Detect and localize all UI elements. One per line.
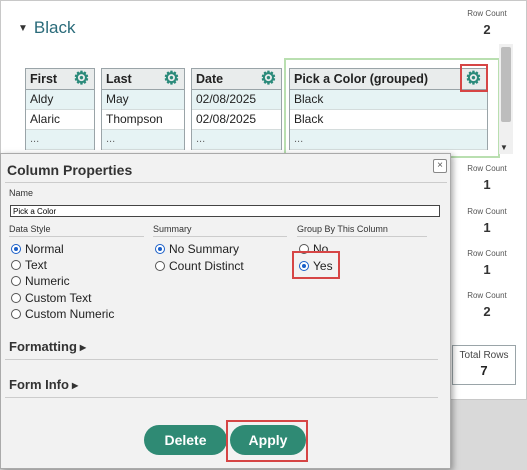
- row-count-label: Row Count: [467, 207, 507, 216]
- column-header-label: Date: [196, 72, 224, 86]
- radio-data-style-normal[interactable]: Normal: [11, 242, 64, 256]
- row-count-value: 2: [483, 22, 491, 37]
- row-count-label: Row Count: [467, 249, 507, 258]
- group-by-label: Group By This Column: [297, 224, 388, 234]
- radio-label: Text: [25, 258, 48, 272]
- total-rows-box: Total Rows 7: [452, 345, 516, 385]
- form-info-expander[interactable]: Form Info ▶: [9, 377, 78, 392]
- column-header-date[interactable]: Date ⚙: [192, 69, 281, 90]
- divider: [5, 359, 438, 360]
- column-header-pick-a-color[interactable]: Pick a Color (grouped) ⚙: [290, 69, 487, 90]
- column-header-label: First: [30, 72, 58, 86]
- column-last: Last ⚙ May Thompson ...: [101, 68, 185, 150]
- row-count-value: 1: [483, 220, 491, 235]
- radio-icon[interactable]: [155, 261, 165, 271]
- row-count-label: Row Count: [467, 9, 507, 18]
- column-header-label: Last: [106, 72, 132, 86]
- row-count-value: 1: [483, 262, 491, 277]
- row-count-value: 2: [483, 304, 491, 319]
- yes-highlight-box: [292, 251, 340, 279]
- radio-icon[interactable]: [11, 276, 21, 286]
- divider: [9, 236, 144, 237]
- row-count-label: Row Count: [467, 291, 507, 300]
- row-count-label: Row Count: [467, 164, 507, 173]
- delete-button[interactable]: Delete: [144, 425, 227, 455]
- dialog-title: Column Properties: [7, 162, 133, 178]
- scroll-down-arrow-icon[interactable]: ▼: [500, 143, 508, 152]
- column-date: Date ⚙ 02/08/2025 02/08/2025 ...: [191, 68, 282, 150]
- radio-selected-icon[interactable]: [11, 244, 21, 254]
- gear-icon[interactable]: ⚙: [73, 69, 90, 87]
- group-header[interactable]: ▼ Black: [18, 18, 75, 38]
- triangle-right-icon: ▶: [79, 343, 87, 352]
- expander-label: Formatting: [9, 339, 77, 354]
- collapse-triangle-icon[interactable]: ▼: [18, 23, 28, 34]
- divider: [297, 236, 427, 237]
- radio-label: Normal: [25, 242, 64, 256]
- group-title: Black: [33, 18, 76, 37]
- radio-icon[interactable]: [11, 293, 21, 303]
- gear-icon[interactable]: ⚙: [260, 69, 277, 87]
- radio-label: Custom Numeric: [25, 307, 115, 321]
- divider: [5, 397, 438, 398]
- radio-selected-icon[interactable]: [155, 244, 165, 254]
- table-cell: ...: [26, 130, 94, 150]
- column-header-last[interactable]: Last ⚙: [102, 69, 184, 90]
- table-cell: ...: [290, 130, 487, 150]
- radio-data-style-custom-numeric[interactable]: Custom Numeric: [11, 307, 114, 321]
- radio-data-style-custom-text[interactable]: Custom Text: [11, 291, 91, 305]
- column-pick-a-color: Pick a Color (grouped) ⚙ Black Black ...: [289, 68, 488, 150]
- close-icon[interactable]: ×: [433, 159, 447, 173]
- divider: [153, 236, 287, 237]
- radio-label: Numeric: [25, 274, 70, 288]
- expander-label: Form Info: [9, 377, 69, 392]
- scrollbar-thumb[interactable]: [501, 47, 511, 122]
- table-cell: ...: [192, 130, 281, 150]
- summary-label: Summary: [153, 224, 192, 234]
- apply-highlight-box: [226, 420, 308, 462]
- table-cell: May: [102, 90, 184, 110]
- radio-label: Custom Text: [25, 291, 92, 305]
- divider: [5, 182, 447, 183]
- triangle-right-icon: ▶: [71, 381, 79, 390]
- column-header-label: Pick a Color (grouped): [294, 72, 429, 86]
- gear-icon[interactable]: ⚙: [163, 69, 180, 87]
- radio-icon[interactable]: [11, 260, 21, 270]
- radio-data-style-numeric[interactable]: Numeric: [11, 274, 70, 288]
- formatting-expander[interactable]: Formatting ▶: [9, 339, 86, 354]
- table-cell: 02/08/2025: [192, 90, 281, 110]
- table-cell: Aldy: [26, 90, 94, 110]
- column-first: First ⚙ Aldy Alaric ...: [25, 68, 95, 150]
- table-cell: Black: [290, 110, 487, 130]
- radio-summary-none[interactable]: No Summary: [155, 242, 239, 256]
- data-style-label: Data Style: [9, 224, 51, 234]
- radio-label: Count Distinct: [169, 259, 244, 273]
- radio-label: No Summary: [169, 242, 240, 256]
- total-rows-value: 7: [480, 363, 488, 378]
- radio-summary-count-distinct[interactable]: Count Distinct: [155, 259, 244, 273]
- radio-icon[interactable]: [11, 309, 21, 319]
- column-header-first[interactable]: First ⚙: [26, 69, 94, 90]
- radio-data-style-text[interactable]: Text: [11, 258, 47, 272]
- gear-highlight-box: [460, 64, 488, 92]
- total-rows-label: Total Rows: [459, 350, 509, 361]
- table-cell: Thompson: [102, 110, 184, 130]
- row-count-value: 1: [483, 177, 491, 192]
- table-cell: Black: [290, 90, 487, 110]
- table-cell: 02/08/2025: [192, 110, 281, 130]
- table-cell: ...: [102, 130, 184, 150]
- table-cell: Alaric: [26, 110, 94, 130]
- name-field[interactable]: [10, 205, 440, 217]
- name-label: Name: [9, 188, 34, 198]
